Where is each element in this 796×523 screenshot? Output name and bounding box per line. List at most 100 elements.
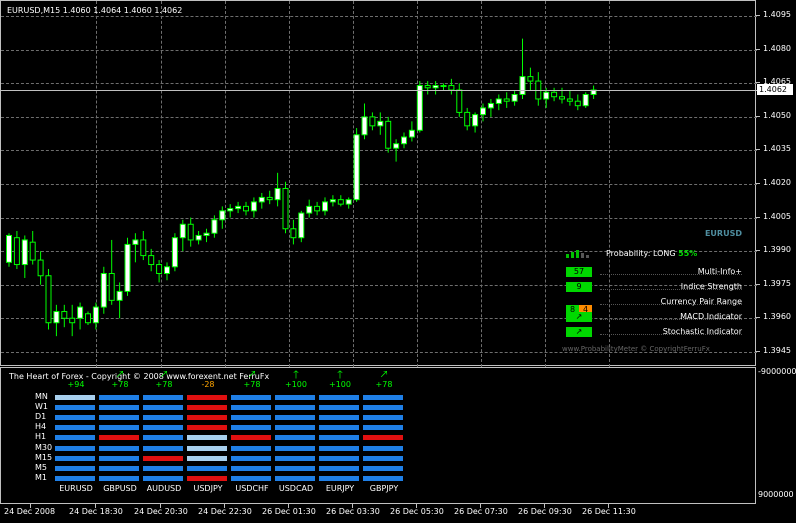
candle-body bbox=[227, 208, 234, 212]
time-axis-tick bbox=[224, 504, 225, 508]
candle-body bbox=[258, 196, 265, 203]
candle-body bbox=[298, 212, 305, 239]
candle-body bbox=[13, 237, 20, 266]
candle-body bbox=[282, 187, 289, 230]
strength-bar bbox=[319, 465, 359, 471]
multi-info-value: 57 bbox=[566, 267, 592, 277]
timeframe-label: M30 bbox=[35, 442, 53, 452]
price-axis-tick bbox=[756, 250, 760, 251]
candle-body bbox=[519, 76, 526, 95]
strength-bar bbox=[319, 475, 359, 481]
strength-bar bbox=[319, 405, 359, 411]
candle-body bbox=[61, 311, 68, 319]
time-axis-label: 24 Dec 22:30 bbox=[198, 507, 252, 516]
price-axis-label: 1.4095 bbox=[763, 10, 791, 19]
price-axis[interactable]: 1.4095 1.4080 1.4065 1.4050 1.4035 1.4020 1.40… bbox=[756, 0, 796, 504]
candle-body bbox=[345, 199, 352, 205]
trend-arrow-icon: 🡕 bbox=[248, 368, 256, 381]
candle-body bbox=[456, 89, 463, 113]
strength-bar bbox=[55, 415, 95, 421]
indice-strength-value: 9 bbox=[566, 282, 592, 292]
price-axis-label: 1.3945 bbox=[763, 346, 791, 355]
candle-body bbox=[543, 91, 550, 100]
strength-bar bbox=[99, 415, 139, 421]
pair-name: EURUSD bbox=[59, 484, 93, 493]
candle-body bbox=[306, 205, 313, 214]
timeframe-label: H4 bbox=[35, 422, 47, 432]
price-axis-tick bbox=[756, 49, 760, 50]
candle-body bbox=[243, 205, 249, 212]
heart-of-forex-window[interactable]: The Heart of Forex - Copyright © 2008 ww… bbox=[0, 367, 756, 504]
candle-body bbox=[6, 234, 12, 263]
strength-bar bbox=[187, 465, 227, 471]
candle-body bbox=[266, 196, 273, 201]
strength-bar bbox=[275, 405, 315, 411]
candle-body bbox=[377, 120, 384, 127]
candle-body bbox=[290, 228, 297, 239]
strength-bar bbox=[143, 465, 183, 471]
time-axis-tick bbox=[160, 504, 161, 508]
pair-name: EURJPY bbox=[325, 484, 355, 493]
strength-bar bbox=[275, 465, 315, 471]
timeframe-label: M15 bbox=[35, 452, 53, 462]
candle-body bbox=[77, 306, 84, 319]
trend-arrow-icon: 🡑 bbox=[293, 368, 299, 381]
probability-meter-title: EURUSD bbox=[704, 229, 742, 238]
strength-bar bbox=[275, 435, 315, 441]
timeframe-label: M1 bbox=[35, 472, 47, 482]
pair-column-usdchf: 🡕 +78 USDCHF bbox=[231, 368, 273, 505]
stochastic-arrow-icon: ↗ bbox=[566, 327, 592, 337]
price-axis-label: 1.3990 bbox=[763, 245, 791, 254]
price-chart-window[interactable]: EURUSD,M15 1.4060 1.4064 1.4060 1.4062 E… bbox=[0, 0, 757, 367]
candle-body bbox=[195, 234, 202, 241]
macd-label: MACD Indicator bbox=[680, 312, 742, 321]
time-axis-tick bbox=[480, 504, 481, 508]
pair-column-eurusd: +94 EURUSD bbox=[55, 368, 97, 505]
time-axis-label: 26 Dec 05:30 bbox=[390, 507, 444, 516]
time-axis[interactable]: 24 Dec 2008 24 Dec 18:30 24 Dec 20:30 24 De… bbox=[0, 504, 756, 523]
price-axis-label: 1.4005 bbox=[763, 212, 791, 221]
indice-strength-label: Indice Strength bbox=[680, 282, 742, 291]
candle-body bbox=[582, 94, 589, 107]
probability-direction: LONG bbox=[652, 249, 676, 258]
candle-body bbox=[124, 243, 131, 292]
strength-bar bbox=[231, 445, 271, 451]
strength-bar bbox=[363, 435, 403, 441]
strength-bar bbox=[187, 425, 227, 431]
timeframe-label: H1 bbox=[35, 432, 47, 442]
strength-bar bbox=[143, 405, 183, 411]
candle-body bbox=[329, 199, 336, 203]
timeframe-label: W1 bbox=[35, 402, 48, 412]
strength-bar bbox=[187, 445, 227, 451]
price-axis-tick bbox=[756, 149, 760, 150]
strength-bar bbox=[275, 395, 315, 400]
candle-body bbox=[495, 98, 502, 104]
candle-body bbox=[156, 264, 163, 274]
strength-bar bbox=[143, 395, 183, 400]
strength-bar bbox=[99, 475, 139, 481]
candle-body bbox=[92, 306, 99, 324]
strength-bar bbox=[187, 435, 227, 441]
candle-body bbox=[511, 94, 518, 102]
strength-bar bbox=[99, 425, 139, 431]
price-axis-tick bbox=[756, 317, 760, 318]
candle-body bbox=[408, 129, 415, 138]
candle-body bbox=[432, 85, 439, 89]
strength-bar bbox=[143, 455, 183, 461]
candle-body bbox=[322, 201, 328, 212]
strength-bar bbox=[363, 415, 403, 421]
sub-axis-bottom-label: 9000000 bbox=[758, 490, 794, 499]
candle-body bbox=[187, 223, 194, 241]
candle-body bbox=[424, 85, 431, 89]
multi-info-label: Multi-Info+ bbox=[697, 267, 742, 276]
candle-body bbox=[140, 239, 147, 257]
time-axis-tick bbox=[95, 504, 96, 508]
pair-score: +78 bbox=[155, 380, 173, 389]
indicator-row-stochastic: ↗ Stochastic Indicator bbox=[564, 327, 746, 338]
candle-body bbox=[393, 143, 400, 149]
timeframe-label: D1 bbox=[35, 412, 47, 422]
pair-name: USDCHF bbox=[235, 484, 269, 493]
candle-body bbox=[527, 76, 534, 82]
sub-axis-top-label: -9000000 bbox=[758, 367, 796, 376]
candle-body bbox=[337, 199, 344, 205]
